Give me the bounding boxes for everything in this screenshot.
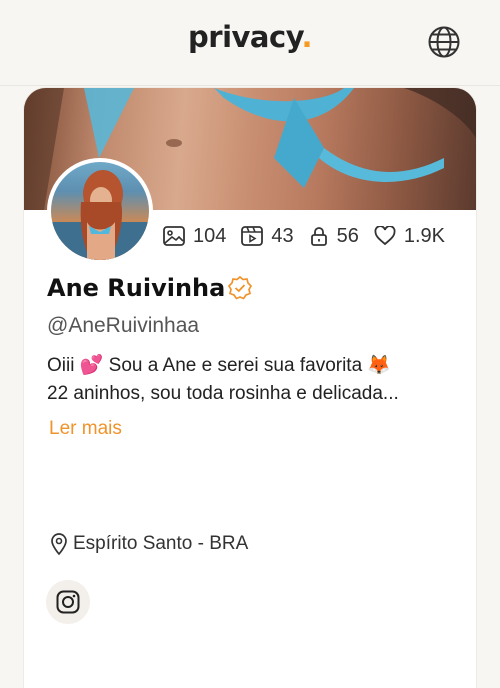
profile-location: Espírito Santo - BRA <box>49 532 248 556</box>
heart-icon <box>374 226 396 246</box>
instagram-button[interactable] <box>46 580 90 624</box>
name-row: Ane Ruivinha <box>47 274 253 302</box>
bio-line-1: Oiii 💕 Sou a Ane e serei sua favorita 🦊 <box>47 355 392 376</box>
likes-stat[interactable]: 1.9K <box>374 225 445 248</box>
profile-stats: 104 43 56 1.9K <box>163 225 460 247</box>
location-text: Espírito Santo - BRA <box>73 533 249 554</box>
verified-badge-icon <box>228 275 253 300</box>
lock-icon <box>310 227 327 246</box>
privacy-logo[interactable]: privacy. <box>0 20 500 54</box>
profile-card: 104 43 56 1.9K Ane Ruivinha @AneRuivinha… <box>24 88 476 688</box>
locked-stat[interactable]: 56 <box>309 225 359 248</box>
location-pin-icon <box>51 533 67 556</box>
globe-icon[interactable] <box>427 25 461 59</box>
instagram-icon <box>56 590 80 614</box>
top-bar: privacy. <box>0 0 500 86</box>
avatar[interactable] <box>47 158 153 264</box>
videos-stat[interactable]: 43 <box>241 224 294 248</box>
video-icon <box>241 226 264 246</box>
locked-count: 56 <box>336 224 359 247</box>
videos-count: 43 <box>271 224 294 247</box>
profile-name: Ane Ruivinha <box>47 274 226 302</box>
image-icon <box>163 226 185 246</box>
profile-handle: @AneRuivinhaa <box>47 314 200 337</box>
profile-bio: Oiii 💕 Sou a Ane e serei sua favorita 🦊 … <box>47 352 467 408</box>
likes-count: 1.9K <box>403 224 446 247</box>
photos-stat[interactable]: 104 <box>163 225 226 248</box>
photos-count: 104 <box>193 224 227 247</box>
bio-line-2: 22 aninhos, sou toda rosinha e delicada.… <box>47 383 399 404</box>
read-more-link[interactable]: Ler mais <box>49 418 122 440</box>
